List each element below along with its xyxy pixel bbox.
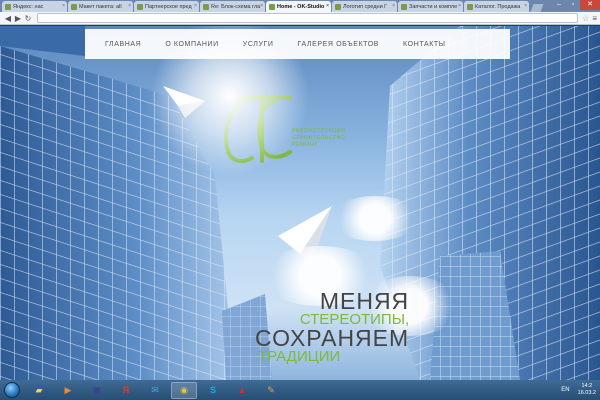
browser-tab[interactable]: Re: Блок-схема гла × [200,1,265,12]
slogan-line-1: МЕНЯЯ [319,288,410,314]
tab-label: Яндекс: нас [13,3,44,10]
nav-item-contacts[interactable]: КОНТАКТЫ [403,41,446,48]
tab-close-icon[interactable]: × [128,3,131,9]
tab-favicon [335,3,341,10]
browser-tab[interactable]: Логотип средни Г × [332,1,397,12]
mail-icon[interactable]: ✉ [142,382,168,399]
tab-favicon [467,3,473,10]
forward-icon[interactable]: ▶ [13,14,23,23]
folder-icon[interactable]: ▰ [26,382,52,399]
browser-tab[interactable]: Запчасти и компле × [398,1,463,12]
clock-time: 14:2 [581,383,593,389]
clock[interactable]: 14:2 16.03.2 [578,383,596,397]
tab-close-icon[interactable]: × [62,3,65,9]
tab-favicon [401,3,407,10]
browser-tab[interactable]: Партнерское пред × [134,1,199,12]
acrobat-icon[interactable]: ▲ [229,382,255,399]
chrome-icon[interactable]: ◉ [171,381,197,399]
start-button[interactable] [4,382,20,398]
tab-close-icon[interactable]: × [260,3,263,9]
tab-close-icon[interactable]: × [392,3,395,9]
tab-favicon [5,3,11,10]
browser-tab-bar: Яндекс: нас × Макет пакета: all × Партнерс… [0,0,600,12]
browser-menu-icon[interactable]: ≡ [592,14,597,23]
browser-tab[interactable]: Каталог. Продажа × [464,1,529,12]
tab-close-icon[interactable]: × [194,3,197,9]
media-player-icon[interactable]: ▶ [55,382,81,399]
windows-taskbar: ▰ ▶ ▣ Я ✉ ◉ S ▲ ✎ EN 14:2 16.03.2 [0,380,600,400]
back-icon[interactable]: ◀ [3,14,13,23]
clock-date: 16.03.2 [577,390,596,396]
tab-favicon [269,3,275,10]
tab-label: Каталог. Продажа [475,3,521,10]
tab-favicon [137,3,143,10]
logo-line: РЕКОНСТРУКЦИЯ [292,128,346,134]
logo-line: РЕМОНТ [292,142,318,148]
nav-item-gallery[interactable]: ГАЛЕРЕЯ ОБЪЕКТОВ [298,41,380,48]
nav-item-home[interactable]: ГЛАВНАЯ [105,41,141,48]
tab-close-icon[interactable]: × [458,3,461,9]
browser-tab-active[interactable]: Home - OK-Studio × [266,1,331,12]
minimize-icon[interactable]: – [552,0,566,10]
hero-slogan: МЕНЯЯ СТЕРЕОТИПЫ, СОХРАНЯЕМ ТРАДИЦИИ [255,288,410,365]
yandex-icon[interactable]: Я [113,382,139,399]
paint-icon[interactable]: ✎ [258,382,284,399]
tab-close-icon[interactable]: × [524,3,527,9]
tab-label: Макет пакета: all [79,3,122,10]
browser-toolbar: ◀ ▶ ↻ ☆ ≡ [0,12,600,25]
floppy-save-icon[interactable]: ▣ [84,382,110,399]
close-window-icon[interactable]: ✕ [580,0,600,10]
tab-label: Home - OK-Studio [277,3,325,10]
tab-label: Партнерское пред [145,3,192,10]
browser-tab[interactable]: Яндекс: нас × [2,1,67,12]
skype-icon[interactable]: S [200,382,226,399]
browser-tab[interactable]: Макет пакета: all × [68,1,133,12]
maximize-icon[interactable]: ▫ [566,0,580,10]
new-tab-button[interactable] [530,4,544,12]
system-tray: EN 14:2 16.03.2 [561,380,600,400]
nav-item-about[interactable]: О КОМПАНИИ [165,41,218,48]
logo-line: СТРОИТЕЛЬСТВО [292,135,346,141]
tab-favicon [71,3,77,10]
bookmark-star-icon[interactable]: ☆ [582,14,589,23]
slogan-line-4: ТРАДИЦИИ [258,348,341,365]
language-indicator[interactable]: EN [561,387,569,393]
tab-label: Re: Блок-схема гла [211,3,261,10]
window-controls: – ▫ ✕ [552,0,600,12]
nav-item-services[interactable]: УСЛУГИ [243,41,274,48]
tab-favicon [203,3,209,10]
tab-label: Запчасти и компле [409,3,458,10]
tab-label: Логотип средни Г [343,3,388,10]
address-bar[interactable] [37,13,579,23]
slogan-line-3: СОХРАНЯЕМ [255,325,410,351]
cloud [330,196,420,241]
site-navigation: ГЛАВНАЯ О КОМПАНИИ УСЛУГИ ГАЛЕРЕЯ ОБЪЕКТ… [85,29,510,59]
logo-tagline: РЕКОНСТРУКЦИЯ СТРОИТЕЛЬСТВО РЕМОНТ [292,128,345,149]
reload-icon[interactable]: ↻ [23,14,33,23]
tab-close-icon[interactable]: × [326,3,329,9]
hero-section: ГЛАВНАЯ О КОМПАНИИ УСЛУГИ ГАЛЕРЕЯ ОБЪЕКТ… [0,26,600,380]
